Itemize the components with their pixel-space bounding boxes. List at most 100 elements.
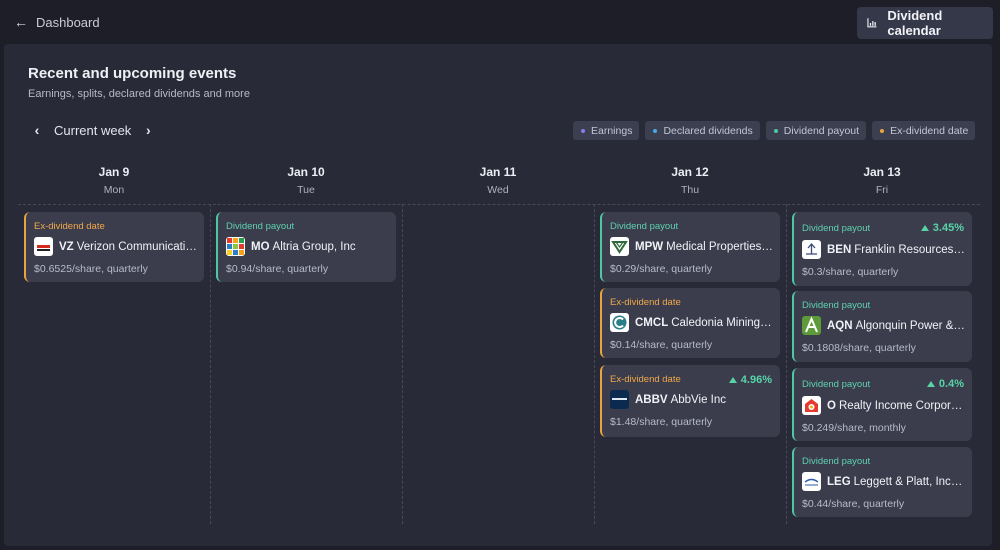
event-company-row: MO Altria Group, Inc [226,237,390,256]
event-type: Ex-dividend date [610,297,681,308]
event-company: VZ Verizon Communicatio… [59,240,198,253]
legend-label: Declared dividends [663,124,753,137]
page-title: Recent and upcoming events [28,65,237,82]
day-weekday: Thu [680,184,700,196]
day-date: Jan 11 [479,165,517,179]
day-header-tue: Jan 10 Tue [211,165,401,196]
legend-declared-dividends[interactable]: Declared dividends [645,121,760,140]
arrow-up-icon [926,381,935,387]
event-type: Dividend payout [802,223,871,234]
event-type: Dividend payout [610,221,679,232]
event-amount: $0.249/share, monthly [802,422,906,434]
event-amount: $1.48/share, quarterly [610,416,713,428]
legend-earnings[interactable]: Earnings [573,121,640,140]
back-to-dashboard-link[interactable]: ← Dashboard [14,14,100,30]
event-amount: $0.6525/share, quarterly [34,263,148,275]
earnings-dot-icon [581,128,585,133]
event-amount: $0.3/share, quarterly [802,266,899,278]
event-company: ABBV AbbVie Inc [635,393,727,406]
event-company-row: CMCL Caledonia Mining C… [610,313,774,332]
realty-income-logo-icon [802,396,821,415]
day-weekday: Tue [297,184,315,196]
dividend-calendar-button[interactable]: Dividend calendar [857,7,993,39]
event-card-ben[interactable]: Dividend payout 3.45% BEN Franklin Resour… [792,212,972,286]
day-date: Jan 12 [671,165,709,179]
legend-label: Earnings [591,124,633,137]
day-weekday: Mon [103,184,125,196]
declared-dividends-dot-icon [653,128,658,133]
event-type: Ex-dividend date [34,221,105,232]
day-date: Jan 13 [863,165,901,179]
day-header-mon: Jan 9 Mon [19,165,209,196]
event-company-row: ABBV AbbVie Inc [610,390,774,409]
header-divider [18,204,980,205]
event-card-cmcl[interactable]: Ex-dividend date CMCL Caledonia Mining C…… [600,288,780,358]
event-type: Ex-dividend date [610,374,681,385]
arrow-left-icon: ← [14,14,28,30]
event-company: MPW Medical Properties … [635,240,774,253]
event-legend: Earnings Declared dividends Dividend pay… [573,121,976,140]
event-card-mo[interactable]: Dividend payout MO Altria Group, Inc $0.9… [216,212,396,282]
caledonia-logo-icon [610,313,629,332]
day-date: Jan 10 [287,165,325,179]
day-weekday: Fri [875,184,889,196]
event-company: O Realty Income Corporat… [827,399,966,412]
event-company: CMCL Caledonia Mining C… [635,316,774,329]
event-card-aqn[interactable]: Dividend payout AQN Algonquin Power & … $… [792,291,972,362]
event-amount: $0.44/share, quarterly [802,498,905,510]
altria-logo-icon [226,237,245,256]
event-company-row: O Realty Income Corporat… [802,396,966,415]
price-change: 0.4% [926,378,964,390]
ex-dividend-dot-icon [880,128,885,133]
event-amount: $0.1808/share, quarterly [802,342,916,354]
leggett-logo-icon [802,472,821,491]
abbvie-logo-icon [610,390,629,409]
event-company-row: LEG Leggett & Platt, Incor… [802,472,966,491]
legend-dividend-payout[interactable]: Dividend payout [765,121,867,140]
chevron-right-icon[interactable]: › [143,122,153,138]
day-header-wed: Jan 11 Wed [403,165,593,196]
event-type: Dividend payout [226,221,295,232]
event-card-abbv[interactable]: Ex-dividend date 4.96% ABBV AbbVie Inc $1… [600,365,780,437]
day-header-thu: Jan 12 Thu [595,165,785,196]
chevron-left-icon[interactable]: ‹ [32,122,42,138]
column-divider [786,204,787,524]
column-divider [402,204,403,524]
dividend-payout-dot-icon [773,128,778,133]
event-card-leg[interactable]: Dividend payout LEG Leggett & Platt, Inco… [792,447,972,517]
week-label: Current week [54,122,132,138]
event-card-o[interactable]: Dividend payout 0.4% O Realty Income Corp… [792,368,972,441]
algonquin-logo-icon [802,316,821,335]
column-divider [594,204,595,524]
price-change: 4.96% [728,374,772,386]
bar-chart-icon [867,18,877,28]
arrow-up-icon [728,377,737,383]
column-divider [210,204,211,524]
event-company-row: MPW Medical Properties … [610,237,774,256]
day-weekday: Wed [487,184,509,196]
event-card-mpw[interactable]: Dividend payout MPW Medical Properties … … [600,212,780,282]
day-date: Jan 9 [98,165,130,179]
event-type: Dividend payout [802,379,871,390]
week-navigator: ‹ Current week › [32,122,153,138]
legend-ex-dividend-date[interactable]: Ex-dividend date [872,121,976,140]
verizon-logo-icon [34,237,53,256]
event-company: AQN Algonquin Power & … [827,319,966,332]
event-amount: $0.29/share, quarterly [610,263,713,275]
back-label: Dashboard [36,14,100,30]
price-change: 3.45% [920,222,964,234]
legend-label: Dividend payout [783,124,860,137]
event-company: BEN Franklin Resources, I… [827,243,966,256]
mpw-logo-icon [610,237,629,256]
event-type: Dividend payout [802,300,871,311]
event-company-row: VZ Verizon Communicatio… [34,237,198,256]
day-header-fri: Jan 13 Fri [787,165,977,196]
legend-label: Ex-dividend date [890,124,969,137]
event-card-vz[interactable]: Ex-dividend date VZ Verizon Communicatio…… [24,212,204,282]
franklin-logo-icon [802,240,821,259]
top-bar: ← Dashboard Dividend calendar [0,0,1000,44]
event-amount: $0.94/share, quarterly [226,263,329,275]
page-subtitle: Earnings, splits, declared dividends and… [28,88,250,100]
event-company: MO Altria Group, Inc [251,240,356,253]
event-type: Dividend payout [802,456,871,467]
